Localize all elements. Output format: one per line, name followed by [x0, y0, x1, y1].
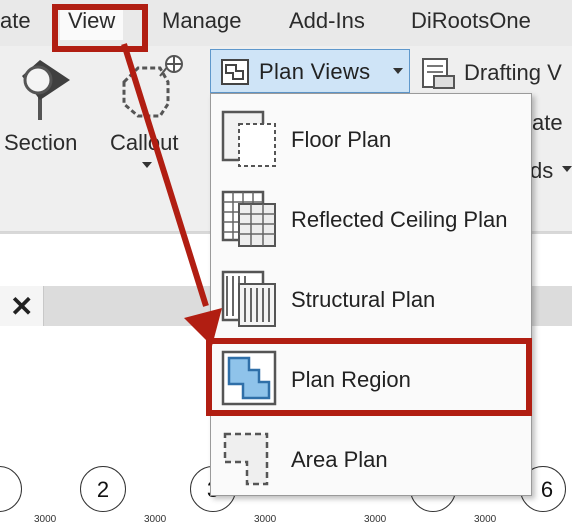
annotation-arrow-icon: [121, 43, 222, 346]
